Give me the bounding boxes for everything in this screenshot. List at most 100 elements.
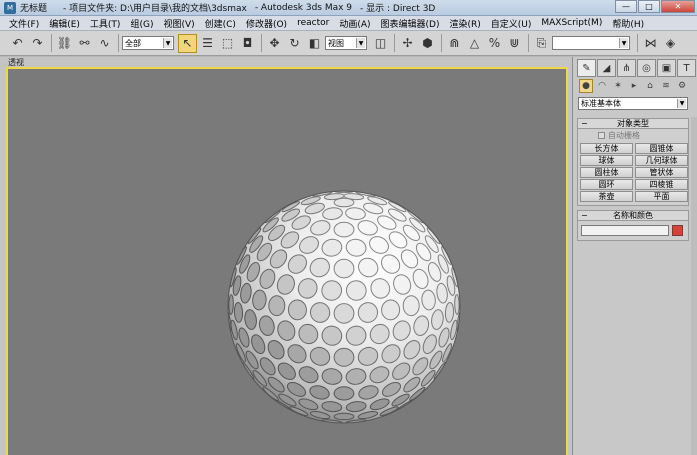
unlink-icon[interactable]: ⚯	[75, 34, 94, 53]
doc-title: 无标题	[20, 4, 48, 14]
named-selection-dropdown[interactable]: ▼	[552, 36, 630, 50]
maximize-button[interactable]: □	[638, 0, 660, 13]
menu-animation[interactable]: 动画(A)	[334, 17, 375, 30]
app-name: - Autodesk 3ds Max 9	[254, 2, 353, 13]
reference-coord-value: 视图	[328, 38, 344, 48]
cone-button[interactable]: 圆锥体	[635, 143, 688, 154]
motion-tab-icon[interactable]: ◎	[637, 59, 656, 77]
command-panel-scrollbar[interactable]	[691, 117, 697, 455]
close-button[interactable]: ✕	[661, 0, 695, 13]
menu-file[interactable]: 文件(F)	[4, 17, 44, 30]
plane-button[interactable]: 平面	[635, 191, 688, 202]
tube-button[interactable]: 管状体	[635, 167, 688, 178]
name-row	[578, 221, 688, 240]
golf-ball-object[interactable]	[226, 189, 462, 425]
sphere-button[interactable]: 球体	[580, 155, 633, 166]
bind-to-space-warp-icon[interactable]: ∿	[95, 34, 114, 53]
autogrid-checkbox[interactable]	[598, 132, 605, 139]
ball-dimple	[333, 412, 355, 421]
menu-help[interactable]: 帮助(H)	[607, 17, 649, 30]
chevron-down-icon: ▼	[163, 38, 172, 48]
autogrid-row: 自动栅格	[578, 129, 688, 142]
redo-icon[interactable]: ↷	[28, 34, 47, 53]
teapot-button[interactable]: 茶壶	[580, 191, 633, 202]
menu-bar: 文件(F) 编辑(E) 工具(T) 组(G) 视图(V) 创建(C) 修改器(O…	[0, 16, 697, 31]
select-manipulate-icon[interactable]: ✢	[398, 34, 417, 53]
display-tab-icon[interactable]: ▣	[657, 59, 676, 77]
name-and-color-title: 名称和颜色	[613, 211, 653, 220]
menu-graph-editors[interactable]: 图表编辑器(D)	[376, 17, 445, 30]
menu-group[interactable]: 组(G)	[125, 17, 158, 30]
name-and-color-rollout-header[interactable]: − 名称和颜色	[578, 211, 688, 221]
lights-icon[interactable]: ✶	[611, 79, 625, 93]
command-panel-tabs: ✎ ◢ ⋔ ◎ ▣ T	[577, 59, 697, 77]
app-icon[interactable]: M	[4, 1, 16, 14]
hierarchy-tab-icon[interactable]: ⋔	[617, 59, 636, 77]
object-type-rollout-header[interactable]: − 对象类型	[578, 119, 688, 129]
spinner-snap-icon[interactable]: ⋓	[505, 34, 524, 53]
toolbar-separator	[261, 34, 262, 52]
menu-reactor[interactable]: reactor	[292, 18, 334, 28]
keyboard-shortcut-override-icon[interactable]: ⬢	[418, 34, 437, 53]
menu-modifiers[interactable]: 修改器(O)	[241, 17, 292, 30]
select-object-icon[interactable]: ↖	[178, 33, 197, 53]
select-and-scale-icon[interactable]: ◧	[305, 34, 324, 53]
chevron-down-icon: ▼	[356, 38, 365, 48]
menu-tools[interactable]: 工具(T)	[85, 17, 126, 30]
create-tab-icon[interactable]: ✎	[577, 59, 596, 77]
undo-icon[interactable]: ↶	[8, 34, 27, 53]
edit-named-selection-icon[interactable]: ⎘	[532, 34, 551, 53]
primitive-category-dropdown[interactable]: 标准基本体 ▼	[578, 97, 688, 110]
object-color-swatch[interactable]	[672, 225, 683, 236]
object-name-field[interactable]	[581, 225, 669, 236]
geometry-icon[interactable]: ●	[579, 79, 593, 93]
pyramid-button[interactable]: 四棱锥	[635, 179, 688, 190]
window-crossing-icon[interactable]: ◘	[238, 34, 257, 53]
menu-edit[interactable]: 编辑(E)	[44, 17, 85, 30]
primitive-category-value: 标准基本体	[581, 99, 621, 108]
chevron-down-icon: ▼	[619, 38, 628, 48]
systems-icon[interactable]: ⚙	[675, 79, 689, 93]
object-type-rollout: − 对象类型 自动栅格 长方体 圆锥体 球体 几何球体 圆柱体 管状体 圆环 四…	[577, 118, 689, 206]
object-type-title: 对象类型	[617, 119, 649, 128]
name-and-color-rollout: − 名称和颜色	[577, 210, 689, 241]
menu-customize[interactable]: 自定义(U)	[486, 17, 537, 30]
select-by-name-icon[interactable]: ☰	[198, 34, 217, 53]
angle-snap-icon[interactable]: △	[465, 34, 484, 53]
select-and-move-icon[interactable]: ✥	[265, 34, 284, 53]
toolbar-separator	[394, 34, 395, 52]
menu-rendering[interactable]: 渲染(R)	[444, 17, 485, 30]
ball-dimple	[402, 295, 420, 317]
menu-maxscript[interactable]: MAXScript(M)	[536, 18, 607, 28]
geosphere-button[interactable]: 几何球体	[635, 155, 688, 166]
select-and-rotate-icon[interactable]: ↻	[285, 34, 304, 53]
collapse-icon: −	[581, 211, 588, 220]
snaps-toggle-icon[interactable]: ⋒	[445, 34, 464, 53]
ball-dimple	[333, 258, 355, 279]
menu-create[interactable]: 创建(C)	[200, 17, 241, 30]
golf-ball-render	[227, 190, 461, 424]
utilities-tab-icon[interactable]: T	[677, 59, 696, 77]
percent-snap-icon[interactable]: %	[485, 34, 504, 53]
helpers-icon[interactable]: ⌂	[643, 79, 657, 93]
rectangular-selection-icon[interactable]: ⬚	[218, 34, 237, 53]
selection-filter-dropdown[interactable]: 全部 ▼	[122, 36, 174, 50]
command-panel: ✎ ◢ ⋔ ◎ ▣ T ● ◠ ✶ ▸ ⌂ ≋ ⚙ 标准基本体 ▼ − 对象类型…	[572, 57, 697, 455]
space-warps-icon[interactable]: ≋	[659, 79, 673, 93]
ball-dimple	[228, 294, 234, 315]
chevron-down-icon: ▼	[677, 99, 686, 108]
mirror-icon[interactable]: ⋈	[641, 34, 660, 53]
ball-dimple	[268, 295, 286, 317]
minimize-button[interactable]: —	[615, 0, 637, 13]
select-and-link-icon[interactable]: ⛓	[55, 34, 74, 53]
pivot-center-icon[interactable]: ◫	[371, 34, 390, 53]
shapes-icon[interactable]: ◠	[595, 79, 609, 93]
box-button[interactable]: 长方体	[580, 143, 633, 154]
align-icon[interactable]: ◈	[661, 34, 680, 53]
cylinder-button[interactable]: 圆柱体	[580, 167, 633, 178]
modify-tab-icon[interactable]: ◢	[597, 59, 616, 77]
menu-views[interactable]: 视图(V)	[158, 17, 199, 30]
cameras-icon[interactable]: ▸	[627, 79, 641, 93]
reference-coord-dropdown[interactable]: 视图 ▼	[325, 36, 367, 50]
torus-button[interactable]: 圆环	[580, 179, 633, 190]
